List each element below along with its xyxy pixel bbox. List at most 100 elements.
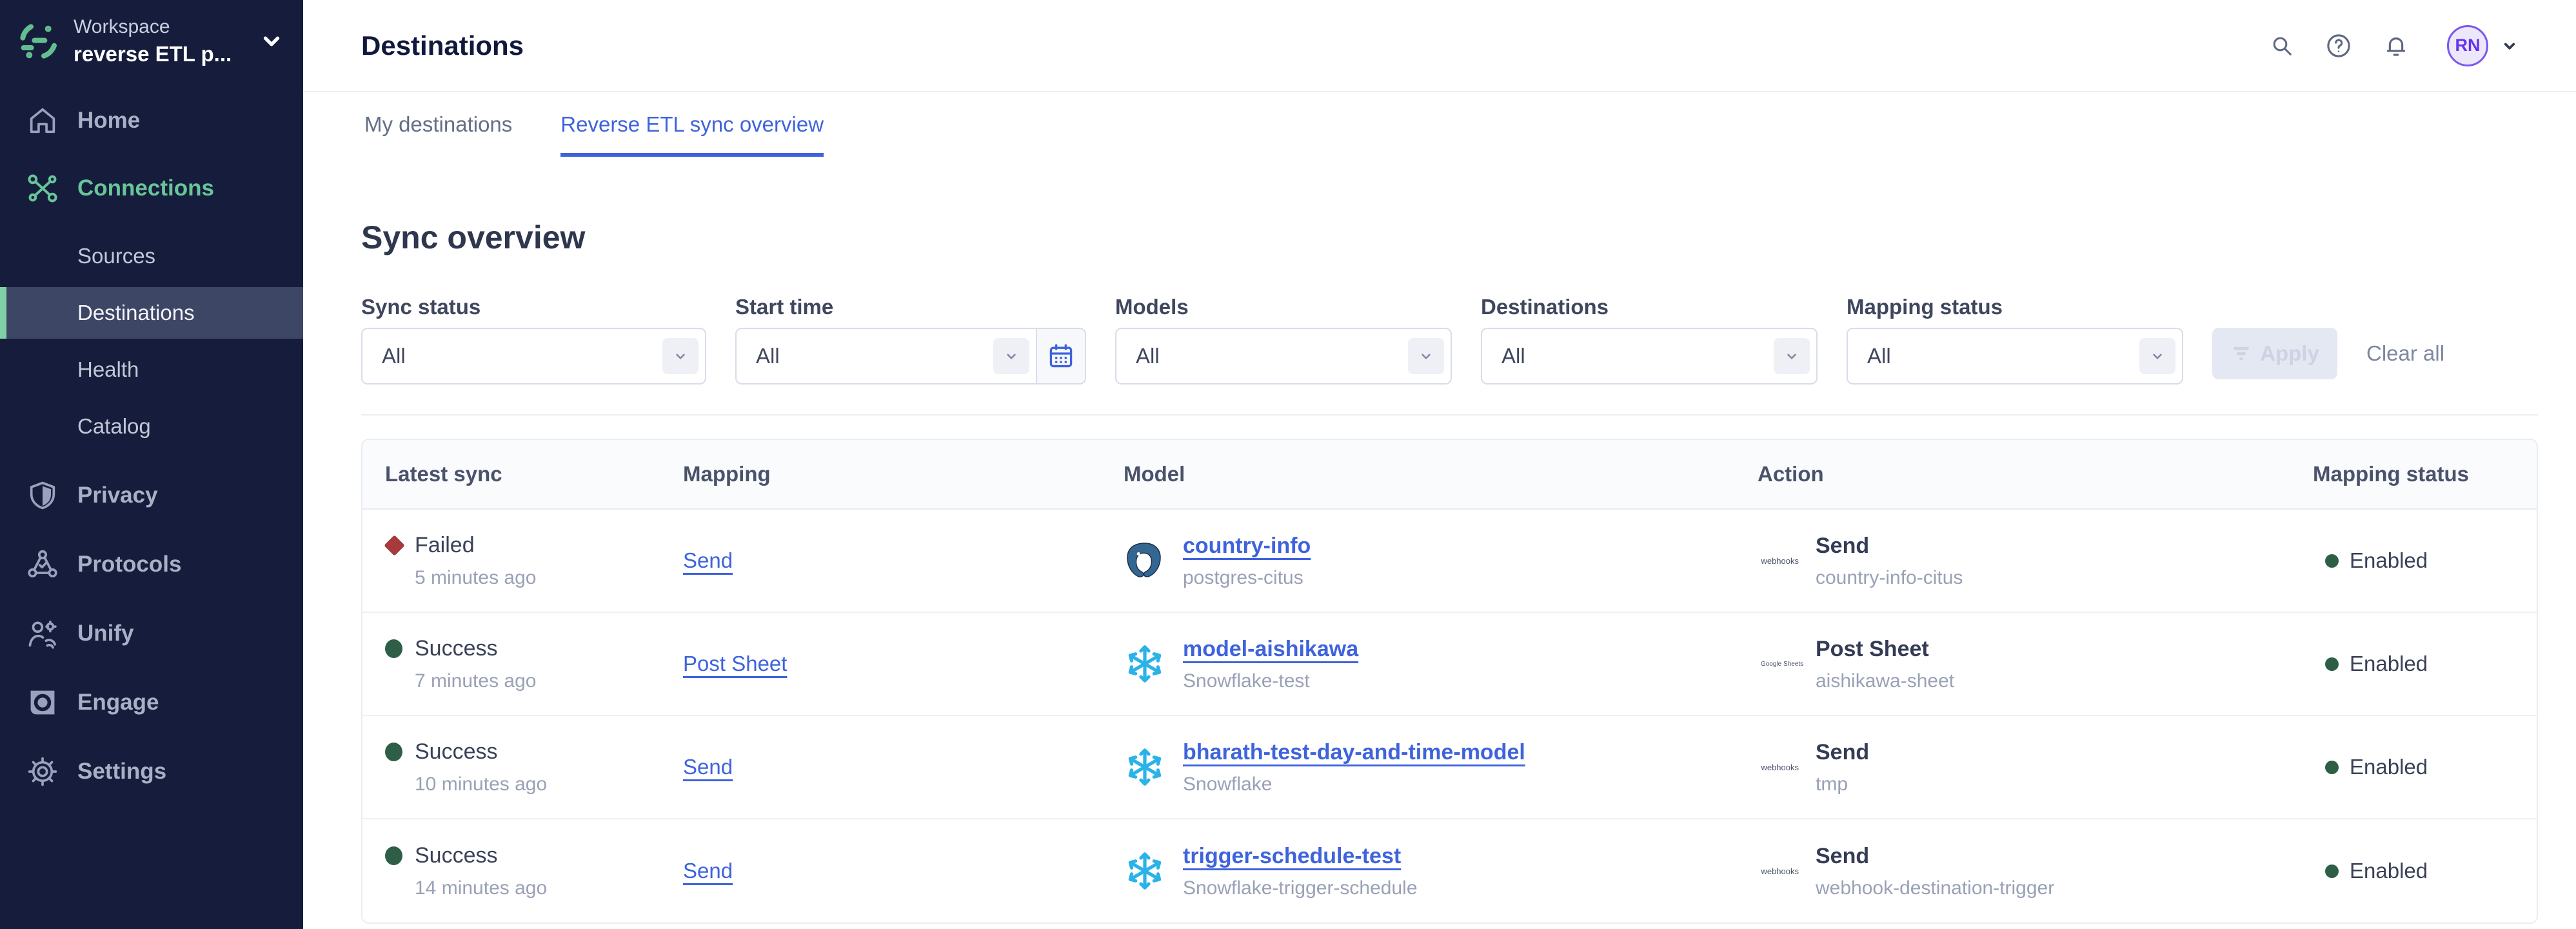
section-heading: Sync overview [361, 218, 2538, 257]
snowflake-icon [1124, 850, 1166, 892]
sync-status-text: Success [415, 739, 547, 764]
model-link[interactable]: bharath-test-day-and-time-model [1183, 740, 1525, 764]
webhooks-logo: webhooks [1758, 863, 1799, 879]
start-time-select[interactable]: All [735, 328, 1037, 385]
tab-reverse-etl-sync-overview[interactable]: Reverse ETL sync overview [560, 92, 824, 157]
calendar-icon [1047, 342, 1075, 370]
mapping-status-text: Enabled [2350, 859, 2428, 883]
shield-icon [26, 479, 59, 512]
google-sheets-logo: Google Sheets [1758, 656, 1799, 672]
action-title: Send [1816, 843, 2054, 869]
chevron-down-icon [1408, 338, 1444, 374]
enabled-dot-icon [2325, 864, 2339, 878]
account-chevron-down-icon[interactable] [2500, 36, 2519, 55]
filter-label-models: Models [1115, 294, 1452, 320]
model-link[interactable]: model-aishikawa [1183, 637, 1358, 661]
content: Sync overview Sync status All Start time… [303, 157, 2538, 924]
sync-status-text: Success [415, 635, 536, 661]
models-select[interactable]: All [1115, 328, 1452, 385]
avatar-initials: RN [2455, 35, 2481, 55]
enabled-dot-icon [2325, 657, 2339, 671]
webhooks-logo: webhooks [1758, 759, 1799, 775]
filter-icon [2230, 343, 2252, 365]
main-area: Destinations RN My destinations Reverse … [303, 0, 2576, 929]
sidebar-item-protocols[interactable]: Protocols [0, 539, 303, 590]
model-link[interactable]: trigger-schedule-test [1183, 844, 1401, 868]
webhooks-logo: webhooks [1758, 553, 1799, 568]
mapping-status-text: Enabled [2350, 548, 2428, 573]
column-model: Model [1124, 462, 1758, 486]
column-mapping: Mapping [683, 462, 1124, 486]
chevron-down-icon [993, 338, 1029, 374]
model-source: Snowflake-trigger-schedule [1183, 877, 1418, 899]
avatar[interactable]: RN [2447, 25, 2488, 66]
sidebar-item-engage[interactable]: Engage [0, 677, 303, 728]
mapping-link[interactable]: Send [683, 859, 733, 883]
action-title: Send [1816, 739, 1869, 765]
page-title: Destinations [361, 30, 524, 61]
workspace-name: reverse ETL p... [74, 41, 232, 67]
sidebar-item-catalog[interactable]: Catalog [0, 401, 303, 452]
apply-button[interactable]: Apply [2212, 328, 2337, 379]
sidebar-item-settings[interactable]: Settings [0, 746, 303, 797]
failed-status-icon [385, 536, 415, 553]
success-status-icon [385, 846, 415, 865]
sidebar-item-privacy[interactable]: Privacy [0, 470, 303, 521]
divider [361, 414, 2538, 415]
workspace-switcher[interactable]: Workspace reverse ETL p... [0, 0, 303, 83]
help-button[interactable] [2324, 32, 2353, 60]
column-action: Action [1758, 462, 2295, 486]
sidebar-item-home[interactable]: Home [0, 95, 303, 146]
destinations-select[interactable]: All [1481, 328, 1818, 385]
tab-my-destinations[interactable]: My destinations [364, 92, 512, 157]
chevron-down-icon [259, 29, 284, 54]
home-icon [26, 104, 59, 137]
sidebar-item-label: Connections [77, 175, 214, 201]
mapping-link[interactable]: Post Sheet [683, 652, 787, 675]
rudderstack-logo-icon [18, 21, 59, 62]
model-link[interactable]: country-info [1183, 534, 1311, 558]
sync-time-text: 7 minutes ago [415, 670, 536, 692]
sync-overview-table: Latest sync Mapping Model Action Mapping… [361, 439, 2538, 924]
table-row: Success 10 minutes ago Send bharath-test… [362, 716, 2537, 819]
clear-all-button[interactable]: Clear all [2366, 328, 2444, 379]
sidebar-item-sources[interactable]: Sources [0, 230, 303, 282]
sidebar-item-destinations[interactable]: Destinations [0, 287, 303, 339]
table-row: Success 14 minutes ago Send trigger-sche… [362, 819, 2537, 923]
sidebar-item-connections[interactable]: Connections [0, 163, 303, 214]
sync-status-select[interactable]: All [361, 328, 706, 385]
action-title: Send [1816, 533, 1963, 559]
sync-status-text: Success [415, 843, 547, 868]
snowflake-icon [1124, 746, 1166, 788]
chevron-down-icon [2139, 338, 2175, 374]
sidebar-item-label: Home [77, 108, 140, 134]
table-row: Success 7 minutes ago Post Sheet model-a… [362, 613, 2537, 716]
calendar-button[interactable] [1037, 328, 1086, 385]
engage-icon [26, 686, 59, 719]
table-row: Failed 5 minutes ago Send country-info p… [362, 510, 2537, 613]
action-subtitle: country-info-citus [1816, 567, 1963, 589]
unify-icon [26, 617, 59, 650]
search-button[interactable] [2269, 33, 2295, 59]
action-subtitle: tmp [1816, 774, 1869, 795]
mapping-link[interactable]: Send [683, 548, 733, 572]
search-icon [2269, 33, 2295, 59]
chevron-down-icon [1774, 338, 1810, 374]
success-status-icon [385, 743, 415, 761]
enabled-dot-icon [2325, 554, 2339, 568]
mapping-link[interactable]: Send [683, 755, 733, 779]
sidebar-item-health[interactable]: Health [0, 344, 303, 395]
help-icon [2324, 32, 2353, 60]
sync-status-text: Failed [415, 532, 536, 558]
success-status-icon [385, 639, 415, 658]
model-source: postgres-citus [1183, 567, 1311, 589]
enabled-dot-icon [2325, 761, 2339, 774]
model-source: Snowflake [1183, 774, 1525, 795]
mapping-status-text: Enabled [2350, 652, 2428, 676]
snowflake-icon [1124, 643, 1166, 685]
mapping-status-select[interactable]: All [1847, 328, 2183, 385]
sidebar-item-unify[interactable]: Unify [0, 608, 303, 659]
sync-time-text: 5 minutes ago [415, 567, 536, 589]
notifications-button[interactable] [2383, 32, 2410, 59]
column-mapping-status: Mapping status [2295, 462, 2537, 486]
